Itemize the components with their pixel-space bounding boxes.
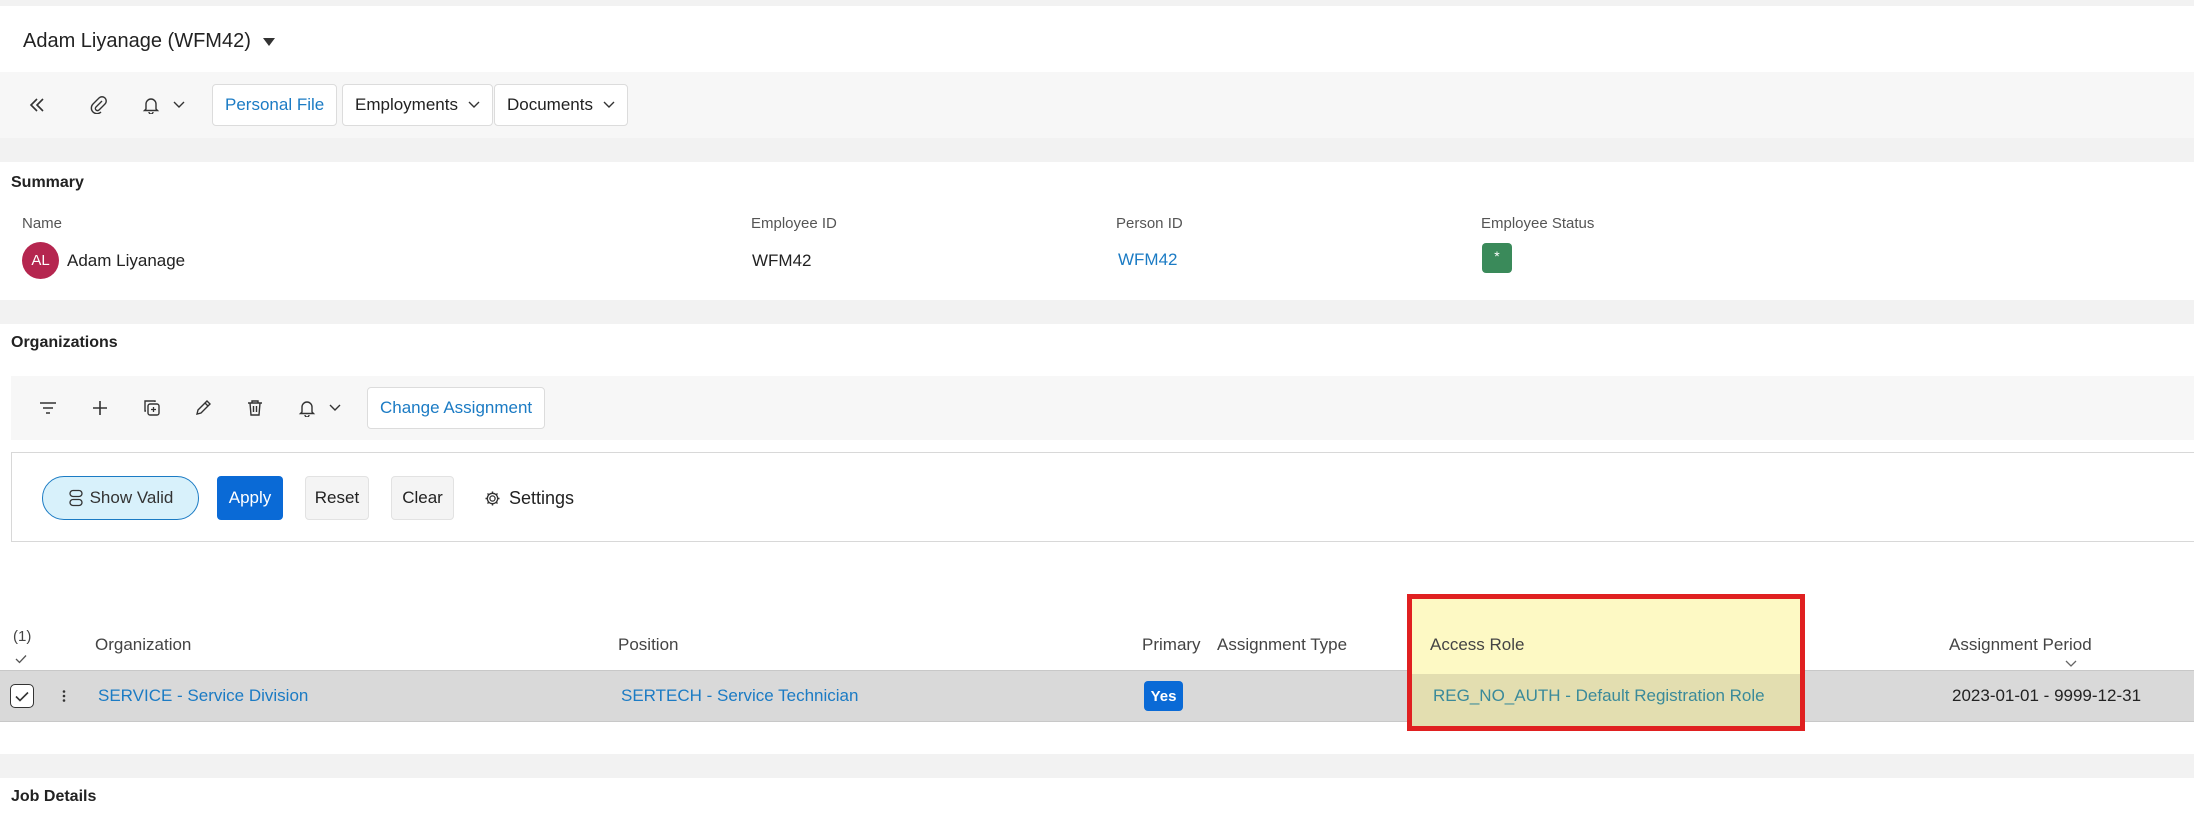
settings-button[interactable]: Settings: [484, 476, 574, 520]
chevron-down-icon: [603, 101, 615, 109]
summary-panel: Summary Name AL Adam Liyanage Employee I…: [0, 162, 2194, 300]
notification-bell-icon[interactable]: [294, 395, 320, 421]
row-position-link[interactable]: SERTECH - Service Technician: [621, 686, 858, 706]
show-valid-label: Show Valid: [89, 488, 174, 507]
employee-id-label: Employee ID: [751, 215, 837, 232]
col-header-access-role[interactable]: Access Role: [1430, 635, 1524, 655]
avatar-initials: AL: [31, 252, 50, 269]
documents-label: Documents: [507, 95, 593, 114]
col-header-organization[interactable]: Organization: [95, 635, 191, 655]
filter-icon[interactable]: [35, 395, 61, 421]
summary-title: Summary: [11, 174, 84, 191]
primary-badge: Yes: [1144, 681, 1183, 711]
employments-button[interactable]: Employments: [342, 84, 493, 126]
job-details-title: Job Details: [11, 788, 97, 805]
row-access-role-link[interactable]: REG_NO_AUTH - Default Registration Role: [1433, 686, 1765, 706]
change-assignment-label: Change Assignment: [380, 398, 533, 417]
row-assignment-period: 2023-01-01 - 9999-12-31: [1952, 686, 2142, 705]
personal-file-button[interactable]: Personal File: [212, 84, 338, 126]
col-header-primary[interactable]: Primary: [1142, 635, 1201, 655]
attachment-icon[interactable]: [86, 92, 112, 118]
notification-bell-icon[interactable]: [138, 92, 164, 118]
avatar: AL: [22, 242, 59, 279]
personal-file-label: Personal File: [225, 95, 325, 114]
documents-button[interactable]: Documents: [494, 84, 628, 126]
col-header-assignment-period[interactable]: Assignment Period: [1949, 635, 2092, 655]
person-id-label: Person ID: [1116, 215, 1183, 232]
clear-label: Clear: [402, 488, 443, 507]
employee-status-label: Employee Status: [1481, 215, 1595, 232]
edit-pencil-icon[interactable]: [190, 395, 216, 421]
access-role-highlight: Access Role REG_NO_AUTH - Default Regist…: [1407, 594, 1805, 731]
status-value: *: [1494, 248, 1500, 264]
organizations-toolbar: Change Assignment: [11, 376, 2194, 440]
row-checkbox[interactable]: [10, 684, 34, 708]
row-organization-link[interactable]: SERVICE - Service Division: [98, 686, 308, 706]
organizations-title: Organizations: [11, 334, 118, 351]
duplicate-icon[interactable]: [139, 395, 165, 421]
settings-label: Settings: [509, 487, 575, 508]
selected-count: (1): [13, 628, 32, 645]
chevron-down-icon[interactable]: [171, 97, 187, 113]
row-actions-icon[interactable]: [62, 689, 66, 708]
person-id-link[interactable]: WFM42: [1118, 250, 1178, 270]
apply-button[interactable]: Apply: [217, 476, 283, 520]
name-value: Adam Liyanage: [67, 251, 186, 270]
collapse-left-icon[interactable]: [24, 92, 50, 118]
show-valid-icon: [68, 489, 84, 507]
title-dropdown-icon[interactable]: [262, 34, 276, 52]
employments-label: Employments: [355, 95, 458, 114]
primary-badge-label: Yes: [1150, 687, 1177, 705]
delete-trash-icon[interactable]: [242, 395, 268, 421]
status-badge: *: [1482, 243, 1512, 273]
page-title: Adam Liyanage (WFM42): [23, 30, 251, 52]
filter-bar: Show Valid Apply Reset Clear Settings: [11, 452, 2194, 542]
reset-button[interactable]: Reset: [305, 476, 369, 520]
table-row[interactable]: [0, 670, 2194, 722]
change-assignment-button[interactable]: Change Assignment: [367, 387, 546, 429]
chevron-down-icon[interactable]: [327, 400, 343, 416]
name-label: Name: [22, 215, 63, 232]
col-header-position[interactable]: Position: [618, 635, 678, 655]
select-all-check-icon[interactable]: [15, 651, 27, 669]
reset-label: Reset: [314, 488, 360, 507]
show-valid-toggle[interactable]: Show Valid: [42, 476, 199, 520]
chevron-down-icon: [468, 101, 480, 109]
clear-button[interactable]: Clear: [391, 476, 454, 520]
apply-label: Apply: [228, 488, 272, 507]
toolbar: Personal File Employments Documents: [0, 72, 2194, 138]
header-panel: Adam Liyanage (WFM42): [0, 6, 2194, 72]
col-header-assignment-type[interactable]: Assignment Type: [1217, 635, 1347, 655]
add-icon[interactable]: [87, 395, 113, 421]
gear-icon: [484, 490, 501, 507]
job-details-panel: Job Details: [0, 778, 2194, 814]
employee-id-value: WFM42: [752, 251, 812, 270]
